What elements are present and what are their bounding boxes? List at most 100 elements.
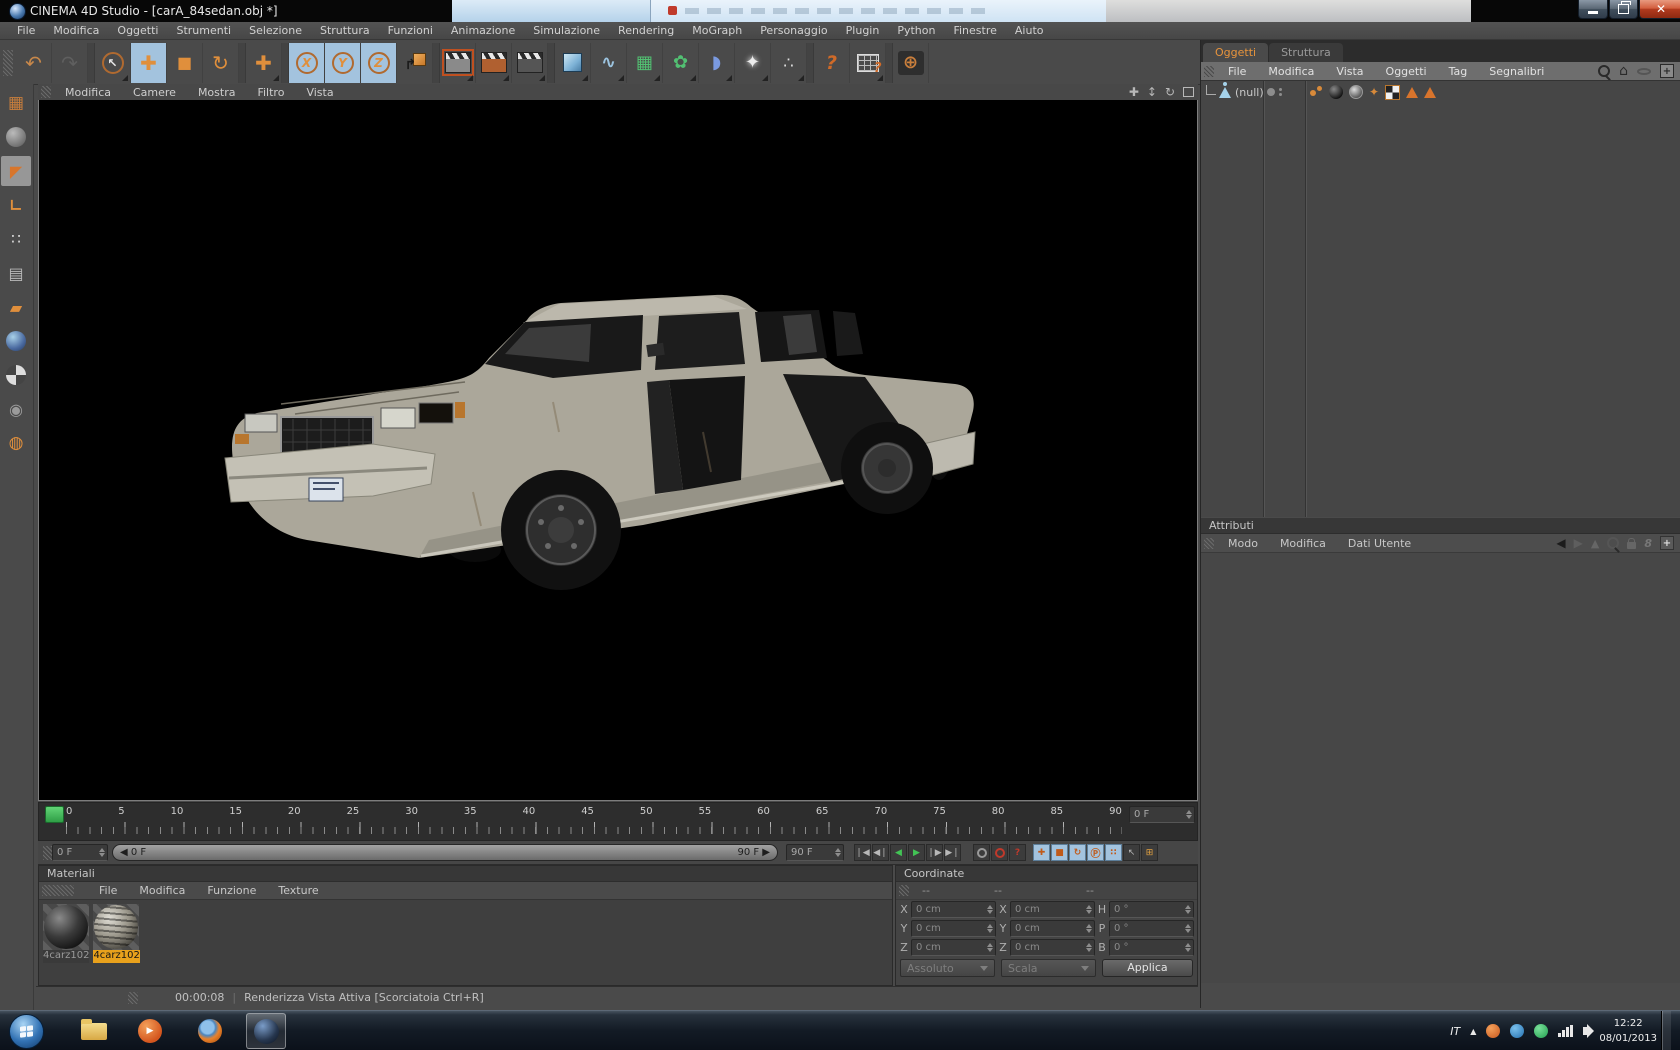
lock-z-axis-button[interactable]: Z xyxy=(361,42,397,83)
menu-mograph[interactable]: MoGraph xyxy=(683,24,751,37)
coordinate-scale-dropdown[interactable]: Scala xyxy=(1000,959,1096,977)
model-mode-button[interactable] xyxy=(1,122,31,152)
rotate-view-icon[interactable]: ↻ xyxy=(1165,85,1175,99)
uvw-tag-icon[interactable] xyxy=(1385,84,1401,100)
apply-button[interactable]: Applica xyxy=(1101,959,1193,977)
pan-view-icon[interactable]: ✚ xyxy=(1129,85,1139,99)
spinner-arrows-icon[interactable] xyxy=(1185,940,1191,955)
attr-menu-modifica[interactable]: Modifica xyxy=(1269,537,1337,550)
undo-button[interactable]: ↶ xyxy=(16,42,52,83)
material-preview[interactable] xyxy=(93,904,140,950)
menu-strumenti[interactable]: Strumenti xyxy=(167,24,240,37)
material-tag-icon[interactable] xyxy=(1349,85,1363,99)
tray-update-icon[interactable] xyxy=(1510,1024,1525,1038)
tab-oggetti[interactable]: Oggetti xyxy=(1203,43,1269,62)
object-name[interactable]: (null) xyxy=(1235,86,1264,99)
menu-modifica[interactable]: Modifica xyxy=(44,24,108,37)
restore-button[interactable] xyxy=(1609,0,1638,19)
toggle-view-icon[interactable] xyxy=(1183,87,1194,97)
phong-tag-icon[interactable]: ✦ xyxy=(1369,85,1379,99)
tab-struttura[interactable]: Struttura xyxy=(1269,43,1343,62)
mesh-check-button[interactable]: ◍ xyxy=(1,428,31,458)
lock-y-axis-button[interactable]: Y xyxy=(325,42,361,83)
timeline-frame-field[interactable]: 0 F xyxy=(1129,806,1195,823)
add-particles-button[interactable]: ∴ xyxy=(771,42,807,83)
texture-axis-mode-button[interactable]: ∟ xyxy=(1,190,31,220)
rotate-tool-button[interactable]: ↻ xyxy=(203,42,239,83)
hidden-icons-arrow[interactable]: ▲ xyxy=(1470,1027,1476,1036)
render-view-button[interactable] xyxy=(440,42,476,83)
search-icon[interactable] xyxy=(1607,537,1620,549)
add-mograph-button[interactable]: ✿ xyxy=(663,42,699,83)
spinner-arrows-icon[interactable] xyxy=(835,845,841,860)
spinner-arrows-icon[interactable] xyxy=(987,902,993,917)
move-tool-button[interactable]: ✚ xyxy=(131,42,167,83)
om-menu-file[interactable]: File xyxy=(1217,65,1257,78)
menu-selezione[interactable]: Selezione xyxy=(240,24,311,37)
add-panel-icon[interactable]: + xyxy=(1660,64,1674,78)
add-ffd-button[interactable]: ▦ xyxy=(627,42,663,83)
key-rotation-button[interactable]: ↻ xyxy=(1069,844,1086,861)
spinner-arrows-icon[interactable] xyxy=(1185,921,1191,936)
size-y-field[interactable]: 0 cm xyxy=(1010,920,1095,937)
toolbar-grip[interactable] xyxy=(3,49,13,76)
add-deformer-button[interactable]: ◗ xyxy=(699,42,735,83)
redo-button[interactable]: ↷ xyxy=(52,42,88,83)
goto-end-button[interactable]: ▶❘ xyxy=(944,844,961,861)
record-off-button[interactable] xyxy=(973,844,990,861)
autokey-pointer-button[interactable]: ↖ xyxy=(1123,844,1140,861)
menu-aiuto[interactable]: Aiuto xyxy=(1006,24,1053,37)
add-environment-button[interactable]: ✦ xyxy=(735,42,771,83)
timeline-playhead[interactable] xyxy=(45,806,64,823)
size-z-field[interactable]: 0 cm xyxy=(1010,939,1095,956)
spinner-arrows-icon[interactable] xyxy=(1086,921,1092,936)
history-forward-icon[interactable]: ▶ xyxy=(1574,536,1583,550)
tray-firefox-icon[interactable] xyxy=(1486,1024,1501,1038)
material-name[interactable]: 4carz102 xyxy=(93,950,140,963)
materials-menu-modifica[interactable]: Modifica xyxy=(128,884,196,897)
attribute-content[interactable] xyxy=(1201,553,1680,983)
visibility-toggles[interactable] xyxy=(1267,88,1282,96)
menu-struttura[interactable]: Struttura xyxy=(311,24,379,37)
frame-range-slider[interactable]: ◀ 0 F 90 F ▶ xyxy=(112,844,778,861)
spinner-arrows-icon[interactable] xyxy=(1186,807,1192,822)
object-list[interactable]: (null) ✦ xyxy=(1201,80,1680,517)
viewport-menu-camere[interactable]: Camere xyxy=(122,86,187,99)
timeline-ruler[interactable]: 0 5 10 15 20 25 30 35 40 45 50 55 60 65 70 75 80 85 90 0 F xyxy=(38,802,1198,841)
spinner-arrows-icon[interactable] xyxy=(1086,902,1092,917)
taskbar-cinema4d-active[interactable] xyxy=(246,1013,286,1049)
column-divider[interactable] xyxy=(1263,81,1264,517)
om-menu-segnalibri[interactable]: Segnalibri xyxy=(1478,65,1555,78)
show-desktop-button[interactable] xyxy=(1661,1011,1671,1050)
menu-funzioni[interactable]: Funzioni xyxy=(379,24,442,37)
lock-icon[interactable] xyxy=(1627,537,1637,549)
spinner-arrows-icon[interactable] xyxy=(1185,902,1191,917)
menu-rendering[interactable]: Rendering xyxy=(609,24,683,37)
key-parameter-button[interactable]: Ⓟ xyxy=(1087,844,1104,861)
texture-mode-button[interactable] xyxy=(1,326,31,356)
tray-antivirus-icon[interactable] xyxy=(1534,1024,1549,1038)
home-icon[interactable]: ⌂ xyxy=(1619,64,1628,78)
viewport-grip[interactable] xyxy=(41,86,51,98)
viewport-menu-filtro[interactable]: Filtro xyxy=(246,86,295,99)
next-key-button[interactable]: ❘▶ xyxy=(926,844,943,861)
rot-p-field[interactable]: 0 ° xyxy=(1109,920,1194,937)
rot-h-field[interactable]: 0 ° xyxy=(1109,901,1194,918)
materials-grip[interactable] xyxy=(42,885,74,896)
polygons-mode-button[interactable]: ▰ xyxy=(1,292,31,322)
render-visibility-icon[interactable] xyxy=(1279,88,1282,96)
menu-personaggio[interactable]: Personaggio xyxy=(751,24,836,37)
end-frame-field[interactable]: 90 F xyxy=(786,844,844,861)
menu-animazione[interactable]: Animazione xyxy=(442,24,524,37)
rot-b-field[interactable]: 0 ° xyxy=(1109,939,1194,956)
render-settings-button[interactable] xyxy=(512,42,548,83)
coordinate-mode-dropdown[interactable]: Assoluto xyxy=(900,959,995,977)
search-icon[interactable] xyxy=(1598,65,1611,77)
spinner-arrows-icon[interactable] xyxy=(987,921,993,936)
material-item[interactable]: 4carz102 xyxy=(43,904,90,963)
material-name[interactable]: 4carz102 xyxy=(43,950,90,963)
minimize-button[interactable] xyxy=(1578,0,1608,19)
filter-eye-icon[interactable] xyxy=(1637,67,1651,75)
material-preview[interactable] xyxy=(43,904,89,950)
viewport-menu-mostra[interactable]: Mostra xyxy=(187,86,247,99)
